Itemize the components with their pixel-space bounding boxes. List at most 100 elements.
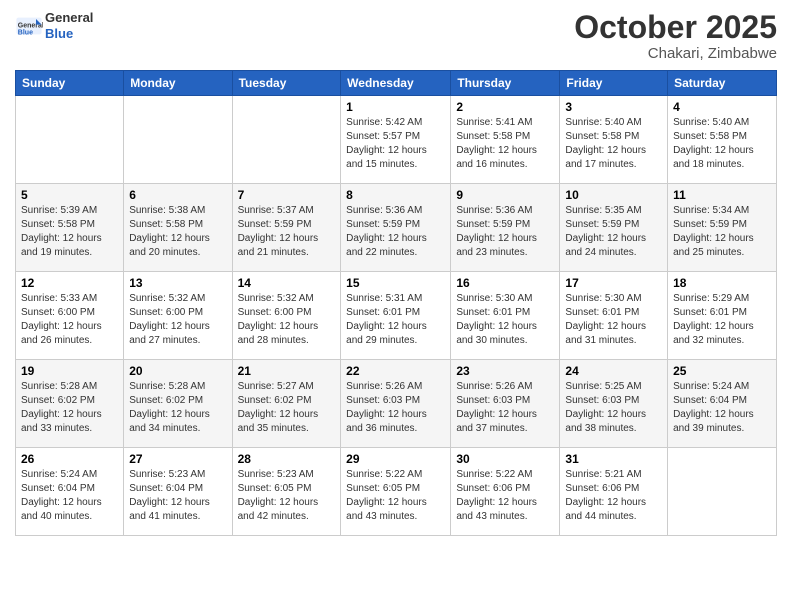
calendar-cell: 17Sunrise: 5:30 AMSunset: 6:01 PMDayligh… <box>560 272 668 360</box>
day-number: 2 <box>456 100 554 114</box>
day-number: 16 <box>456 276 554 290</box>
col-friday: Friday <box>560 71 668 96</box>
day-info: Sunrise: 5:26 AMSunset: 6:03 PMDaylight:… <box>456 380 554 436</box>
day-number: 18 <box>673 276 771 290</box>
day-info: Sunrise: 5:32 AMSunset: 6:00 PMDaylight:… <box>129 292 226 348</box>
day-number: 7 <box>238 188 336 202</box>
day-info: Sunrise: 5:30 AMSunset: 6:01 PMDaylight:… <box>456 292 554 348</box>
calendar-cell <box>232 96 341 184</box>
calendar-cell: 6Sunrise: 5:38 AMSunset: 5:58 PMDaylight… <box>124 184 232 272</box>
day-number: 25 <box>673 364 771 378</box>
calendar-week-1: 1 Sunrise: 5:42 AMSunset: 5:57 PMDaylight… <box>16 96 777 184</box>
day-info: Sunrise: 5:39 AMSunset: 5:58 PMDaylight:… <box>21 204 118 260</box>
calendar-cell <box>668 448 777 536</box>
calendar-cell: 25 Sunrise: 5:24 AMSunset: 6:04 PMDayligh… <box>668 360 777 448</box>
day-info: Sunrise: 5:22 AMSunset: 6:06 PMDaylight:… <box>456 468 554 524</box>
month-title: October 2025 <box>574 10 777 45</box>
day-info: Sunrise: 5:28 AMSunset: 6:02 PMDaylight:… <box>129 380 226 436</box>
calendar-cell: 8Sunrise: 5:36 AMSunset: 5:59 PMDaylight… <box>341 184 451 272</box>
day-number: 30 <box>456 452 554 466</box>
calendar-week-3: 12 Sunrise: 5:33 AMSunset: 6:00 PMDayligh… <box>16 272 777 360</box>
day-info: Sunrise: 5:21 AMSunset: 6:06 PMDaylight:… <box>565 468 662 524</box>
calendar-cell: 23 Sunrise: 5:26 AMSunset: 6:03 PMDayligh… <box>451 360 560 448</box>
logo-general: General <box>45 10 93 25</box>
day-info: Sunrise: 5:33 AMSunset: 6:00 PMDaylight:… <box>21 292 118 348</box>
day-info: Sunrise: 5:22 AMSunset: 6:05 PMDaylight:… <box>346 468 445 524</box>
day-number: 21 <box>238 364 336 378</box>
calendar-cell: 4 Sunrise: 5:40 AMSunset: 5:58 PMDaylight… <box>668 96 777 184</box>
col-saturday: Saturday <box>668 71 777 96</box>
day-number: 20 <box>129 364 226 378</box>
col-thursday: Thursday <box>451 71 560 96</box>
day-info: Sunrise: 5:36 AMSunset: 5:59 PMDaylight:… <box>456 204 554 260</box>
day-info: Sunrise: 5:40 AMSunset: 5:58 PMDaylight:… <box>673 116 771 172</box>
calendar-cell: 11 Sunrise: 5:34 AMSunset: 5:59 PMDayligh… <box>668 184 777 272</box>
day-number: 23 <box>456 364 554 378</box>
calendar-cell: 19 Sunrise: 5:28 AMSunset: 6:02 PMDayligh… <box>16 360 124 448</box>
day-info: Sunrise: 5:23 AMSunset: 6:04 PMDaylight:… <box>129 468 226 524</box>
calendar-cell: 2 Sunrise: 5:41 AMSunset: 5:58 PMDaylight… <box>451 96 560 184</box>
title-section: October 2025 Chakari, Zimbabwe <box>574 10 777 62</box>
day-info: Sunrise: 5:40 AMSunset: 5:58 PMDaylight:… <box>565 116 662 172</box>
header: General Blue General Blue October 2025 C… <box>15 10 777 62</box>
day-number: 6 <box>129 188 226 202</box>
logo-blue: Blue <box>45 26 73 41</box>
calendar-cell: 9 Sunrise: 5:36 AMSunset: 5:59 PMDaylight… <box>451 184 560 272</box>
day-number: 11 <box>673 188 771 202</box>
calendar-cell: 12 Sunrise: 5:33 AMSunset: 6:00 PMDayligh… <box>16 272 124 360</box>
day-number: 4 <box>673 100 771 114</box>
calendar-cell: 16 Sunrise: 5:30 AMSunset: 6:01 PMDayligh… <box>451 272 560 360</box>
day-number: 14 <box>238 276 336 290</box>
day-info: Sunrise: 5:37 AMSunset: 5:59 PMDaylight:… <box>238 204 336 260</box>
day-number: 27 <box>129 452 226 466</box>
calendar-cell: 5 Sunrise: 5:39 AMSunset: 5:58 PMDaylight… <box>16 184 124 272</box>
day-info: Sunrise: 5:35 AMSunset: 5:59 PMDaylight:… <box>565 204 662 260</box>
calendar-week-5: 26Sunrise: 5:24 AMSunset: 6:04 PMDayligh… <box>16 448 777 536</box>
day-number: 9 <box>456 188 554 202</box>
calendar-cell: 29 Sunrise: 5:22 AMSunset: 6:05 PMDayligh… <box>341 448 451 536</box>
calendar-week-4: 19 Sunrise: 5:28 AMSunset: 6:02 PMDayligh… <box>16 360 777 448</box>
day-info: Sunrise: 5:28 AMSunset: 6:02 PMDaylight:… <box>21 380 118 436</box>
day-info: Sunrise: 5:34 AMSunset: 5:59 PMDaylight:… <box>673 204 771 260</box>
col-tuesday: Tuesday <box>232 71 341 96</box>
page-container: General Blue General Blue October 2025 C… <box>0 0 792 541</box>
day-number: 28 <box>238 452 336 466</box>
calendar-cell: 28 Sunrise: 5:23 AMSunset: 6:05 PMDayligh… <box>232 448 341 536</box>
day-info: Sunrise: 5:41 AMSunset: 5:58 PMDaylight:… <box>456 116 554 172</box>
calendar-cell: 18Sunrise: 5:29 AMSunset: 6:01 PMDayligh… <box>668 272 777 360</box>
day-number: 12 <box>21 276 118 290</box>
calendar-cell <box>16 96 124 184</box>
calendar-cell: 13Sunrise: 5:32 AMSunset: 6:00 PMDayligh… <box>124 272 232 360</box>
calendar-cell: 30 Sunrise: 5:22 AMSunset: 6:06 PMDayligh… <box>451 448 560 536</box>
logo: General Blue General Blue <box>15 10 93 41</box>
day-number: 24 <box>565 364 662 378</box>
day-number: 29 <box>346 452 445 466</box>
calendar-header-row: Sunday Monday Tuesday Wednesday Thursday… <box>16 71 777 96</box>
calendar-cell: 1 Sunrise: 5:42 AMSunset: 5:57 PMDaylight… <box>341 96 451 184</box>
day-info: Sunrise: 5:26 AMSunset: 6:03 PMDaylight:… <box>346 380 445 436</box>
calendar-cell: 22 Sunrise: 5:26 AMSunset: 6:03 PMDayligh… <box>341 360 451 448</box>
day-info: Sunrise: 5:42 AMSunset: 5:57 PMDaylight:… <box>346 116 445 172</box>
location-subtitle: Chakari, Zimbabwe <box>574 45 777 62</box>
day-number: 31 <box>565 452 662 466</box>
day-number: 3 <box>565 100 662 114</box>
day-number: 5 <box>21 188 118 202</box>
logo-icon: General Blue <box>15 12 43 40</box>
day-number: 19 <box>21 364 118 378</box>
day-info: Sunrise: 5:24 AMSunset: 6:04 PMDaylight:… <box>21 468 118 524</box>
col-sunday: Sunday <box>16 71 124 96</box>
day-info: Sunrise: 5:32 AMSunset: 6:00 PMDaylight:… <box>238 292 336 348</box>
day-number: 22 <box>346 364 445 378</box>
day-number: 1 <box>346 100 445 114</box>
calendar-cell: 21Sunrise: 5:27 AMSunset: 6:02 PMDayligh… <box>232 360 341 448</box>
calendar-cell: 26Sunrise: 5:24 AMSunset: 6:04 PMDayligh… <box>16 448 124 536</box>
day-info: Sunrise: 5:23 AMSunset: 6:05 PMDaylight:… <box>238 468 336 524</box>
svg-text:Blue: Blue <box>18 29 33 36</box>
day-info: Sunrise: 5:30 AMSunset: 6:01 PMDaylight:… <box>565 292 662 348</box>
day-info: Sunrise: 5:24 AMSunset: 6:04 PMDaylight:… <box>673 380 771 436</box>
col-wednesday: Wednesday <box>341 71 451 96</box>
calendar-cell: 27 Sunrise: 5:23 AMSunset: 6:04 PMDayligh… <box>124 448 232 536</box>
calendar-cell <box>124 96 232 184</box>
calendar-week-2: 5 Sunrise: 5:39 AMSunset: 5:58 PMDaylight… <box>16 184 777 272</box>
col-monday: Monday <box>124 71 232 96</box>
